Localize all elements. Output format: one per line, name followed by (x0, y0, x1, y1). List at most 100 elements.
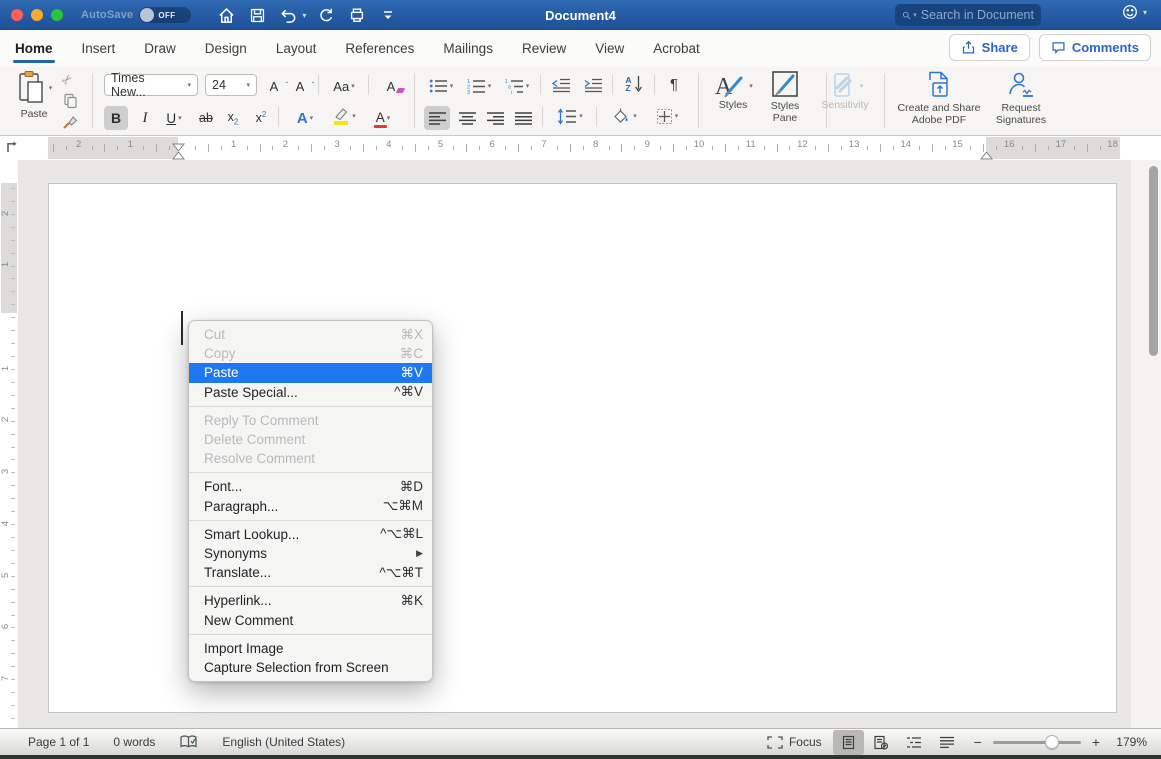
ruler-tick (260, 144, 261, 152)
change-case-button[interactable]: Aa ▾ (326, 74, 362, 98)
close-button[interactable] (11, 9, 23, 21)
cut-button[interactable]: ✂ (62, 72, 73, 88)
draft-view-button[interactable] (932, 730, 963, 755)
align-center-button[interactable] (454, 106, 480, 130)
request-signatures-button[interactable]: Request Signatures (988, 70, 1054, 126)
menu-item-capture-selection-from-screen[interactable]: Capture Selection from Screen (189, 658, 432, 677)
tab-mailings[interactable]: Mailings (441, 33, 495, 64)
comments-button[interactable]: Comments (1039, 34, 1151, 61)
zoom-slider-track[interactable] (993, 741, 1081, 744)
superscript-button[interactable]: x2 (250, 106, 272, 130)
minimize-button[interactable] (31, 9, 43, 21)
bullets-button[interactable]: ▾ (424, 74, 458, 98)
outline-view-button[interactable] (899, 730, 930, 755)
tab-view[interactable]: View (593, 33, 626, 64)
language-indicator[interactable]: English (United States) (222, 735, 345, 749)
sort-button[interactable]: AZ (620, 72, 648, 96)
subscript-button[interactable]: x2 (222, 106, 244, 130)
feedback-button[interactable]: ▾ (1121, 3, 1147, 21)
scrollbar-thumb[interactable] (1149, 166, 1158, 356)
print-layout-view-button[interactable] (833, 730, 864, 755)
menu-item-label: Translate... (204, 565, 367, 580)
underline-button[interactable]: U ▾ (158, 106, 190, 130)
tab-home[interactable]: Home (13, 33, 55, 64)
undo-button[interactable] (277, 4, 299, 26)
zoom-level[interactable]: 179% (1111, 735, 1147, 749)
text-effects-button[interactable]: A ▾ (288, 106, 322, 130)
format-painter-button[interactable] (62, 113, 79, 133)
menu-item-translate[interactable]: Translate...^⌥⌘T (189, 563, 432, 582)
page-indicator[interactable]: Page 1 of 1 (28, 735, 89, 749)
zoom-slider-thumb[interactable] (1045, 735, 1059, 749)
borders-button[interactable]: ▾ (648, 104, 686, 128)
menu-item-new-comment[interactable]: New Comment (189, 610, 432, 629)
menu-item-paragraph[interactable]: Paragraph...⌥⌘M (189, 497, 432, 516)
customize-toolbar-button[interactable] (377, 4, 399, 26)
tab-insert[interactable]: Insert (80, 33, 118, 64)
styles-pane-button[interactable]: Styles Pane (760, 70, 810, 124)
font-name-select[interactable]: Times New... ▾ (104, 74, 198, 96)
menu-item-font[interactable]: Font...⌘D (189, 477, 432, 496)
copy-button[interactable] (63, 93, 78, 112)
spellcheck-icon[interactable] (179, 734, 198, 750)
bold-button[interactable]: B (104, 106, 128, 130)
align-right-button[interactable] (482, 106, 508, 130)
redo-button[interactable] (315, 4, 337, 26)
font-size-chevron-icon: ▾ (246, 81, 250, 89)
show-formatting-button[interactable]: ¶ (664, 72, 684, 96)
multilevel-list-button[interactable]: 1ai ▾ (500, 74, 534, 98)
grow-font-button[interactable]: Aˆ (264, 74, 286, 98)
home-button[interactable] (215, 4, 237, 26)
search-input[interactable]: ▾ Search in Document (895, 4, 1041, 26)
line-spacing-button[interactable]: ▾ (550, 104, 590, 128)
autosave-toggle[interactable]: OFF (139, 7, 191, 23)
undo-chevron-icon[interactable]: ▾ (302, 11, 306, 20)
save-button[interactable] (246, 4, 268, 26)
menu-item-smart-lookup[interactable]: Smart Lookup...^⌥⌘L (189, 525, 432, 544)
clear-formatting-button[interactable]: A (378, 74, 404, 98)
maximize-button[interactable] (51, 9, 63, 21)
tab-draw[interactable]: Draw (142, 33, 178, 64)
font-color-button[interactable]: A ▾ (366, 106, 400, 130)
share-button[interactable]: Share (949, 34, 1030, 61)
shading-button[interactable]: ▾ (606, 104, 642, 128)
increase-indent-button[interactable] (580, 74, 606, 98)
zoom-out-button[interactable]: − (974, 734, 982, 750)
highlight-color-button[interactable]: ▾ (326, 104, 362, 128)
menu-item-hyperlink[interactable]: Hyperlink...⌘K (189, 591, 432, 610)
group-separator (92, 73, 93, 128)
justify-button[interactable] (510, 106, 536, 130)
accessibility-view-button[interactable] (866, 730, 897, 755)
font-size-select[interactable]: 24 ▾ (205, 74, 257, 96)
menu-item-paste-special[interactable]: Paste Special...^⌘V (189, 383, 432, 402)
zoom-slider[interactable] (993, 735, 1081, 749)
bullet-list-icon (429, 78, 448, 94)
create-adobe-pdf-button[interactable]: Create and Share Adobe PDF (890, 70, 988, 126)
numbering-button[interactable]: 123 ▾ (462, 74, 496, 98)
word-window: AutoSave OFF ▾ (0, 0, 1161, 759)
align-left-button[interactable] (424, 106, 450, 130)
decrease-indent-button[interactable] (548, 74, 574, 98)
focus-button[interactable]: Focus (767, 735, 822, 749)
strikethrough-button[interactable]: ab (194, 106, 218, 130)
styles-button[interactable]: A ▾ Styles (706, 70, 760, 112)
italic-button[interactable]: I (136, 106, 154, 130)
zoom-in-button[interactable]: + (1092, 734, 1100, 750)
document-area[interactable]: 211234567 Cut⌘XCopy⌘CPaste⌘VPaste Specia… (0, 160, 1161, 728)
ruler-tick (11, 498, 15, 499)
tab-references[interactable]: References (343, 33, 416, 64)
paste-button[interactable]: ▾ Paste (10, 70, 58, 121)
tab-acrobat[interactable]: Acrobat (651, 33, 702, 64)
tab-design[interactable]: Design (203, 33, 249, 64)
menu-item-paste[interactable]: Paste⌘V (189, 363, 432, 382)
tab-layout[interactable]: Layout (274, 33, 319, 64)
print-button[interactable] (346, 4, 368, 26)
tab-selector-icon[interactable] (5, 140, 19, 155)
horizontal-ruler[interactable]: 21123456789101112131415161718 (0, 136, 1161, 160)
tab-review[interactable]: Review (520, 33, 568, 64)
vertical-ruler[interactable]: 211234567 (0, 160, 18, 728)
shrink-font-button[interactable]: Aˇ (290, 74, 312, 98)
menu-item-import-image[interactable]: Import Image (189, 639, 432, 658)
word-count[interactable]: 0 words (113, 735, 155, 749)
menu-item-synonyms[interactable]: Synonyms▶ (189, 544, 432, 563)
